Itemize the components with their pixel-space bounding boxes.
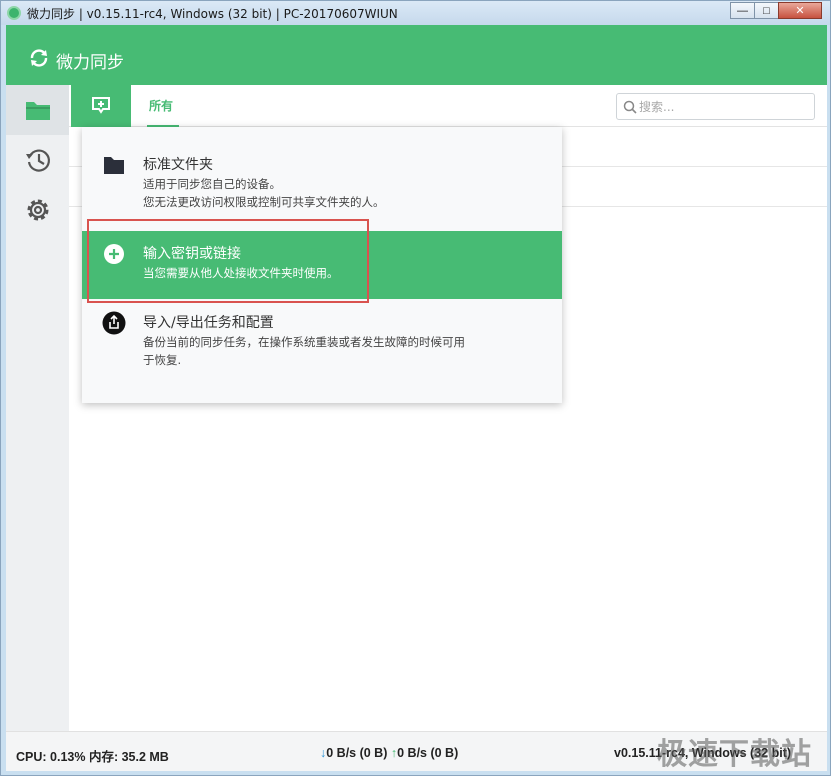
menu-item-desc: 于恢复. xyxy=(143,353,182,367)
toolbar: 所有 xyxy=(69,85,827,133)
app-logo-icon xyxy=(7,6,21,20)
menu-item-import-export[interactable]: 导入/导出任务和配置 备份当前的同步任务，在操作系统重装或者发生故障的时候可用 … xyxy=(82,299,562,403)
menu-item-desc: 适用于同步您自己的设备。 xyxy=(143,177,281,191)
search-icon xyxy=(623,100,637,114)
sidebar xyxy=(6,85,69,731)
menu-item-title: 标准文件夹 xyxy=(143,157,213,173)
add-folder-icon xyxy=(92,97,110,114)
download-rate: 0 B/s (0 B) xyxy=(326,746,388,760)
upload-rate: 0 B/s (0 B) xyxy=(397,746,459,760)
sidebar-item-folders[interactable] xyxy=(6,85,69,135)
history-icon xyxy=(25,149,50,172)
menu-item-desc: 您无法更改访问权限或控制可共享文件夹的人。 xyxy=(143,195,385,209)
folder-icon xyxy=(102,153,126,177)
tab-all[interactable]: 所有 xyxy=(149,97,173,114)
transfer-status: ↓0 B/s (0 B) ↑0 B/s (0 B) xyxy=(320,746,458,760)
close-button[interactable]: ✕ xyxy=(778,2,822,19)
search-input[interactable] xyxy=(639,97,809,116)
gear-icon xyxy=(27,199,48,221)
menu-item-title: 输入密钥或链接 xyxy=(143,246,241,262)
title-bar[interactable]: 微力同步 | v0.15.11-rc4, Windows (32 bit) | … xyxy=(1,1,830,25)
app-header: 微力同步 xyxy=(6,25,827,85)
minimize-button[interactable]: — xyxy=(730,2,755,19)
sidebar-item-history[interactable] xyxy=(6,135,69,185)
search-box[interactable] xyxy=(616,93,815,120)
app-body: 微力同步 所有 搜索... 标准文件夹 适用于同步您自己的设备。 您无法更改访问… xyxy=(6,25,827,771)
window-title: 微力同步 | v0.15.11-rc4, Windows (32 bit) | … xyxy=(27,7,398,21)
menu-item-title: 导入/导出任务和配置 xyxy=(143,315,274,331)
maximize-button[interactable]: □ xyxy=(754,2,779,19)
add-folder-button[interactable] xyxy=(71,85,131,133)
sync-icon xyxy=(30,49,48,67)
menu-item-enter-key-or-link[interactable]: 输入密钥或链接 当您需要从他人处接收文件夹时使用。 xyxy=(82,231,562,299)
menu-item-standard-folder[interactable]: 标准文件夹 适用于同步您自己的设备。 您无法更改访问权限或控制可共享文件夹的人。 xyxy=(82,127,562,231)
add-folder-menu: 标准文件夹 适用于同步您自己的设备。 您无法更改访问权限或控制可共享文件夹的人。… xyxy=(82,127,562,403)
folder-icon xyxy=(25,102,50,120)
menu-item-desc: 当您需要从他人处接收文件夹时使用。 xyxy=(143,266,339,280)
app-name: 微力同步 xyxy=(56,53,124,73)
window-controls: — □ ✕ xyxy=(730,2,822,19)
app-window: 微力同步 | v0.15.11-rc4, Windows (32 bit) | … xyxy=(0,0,831,776)
cpu-memory-status: CPU: 0.13% 内存: 35.2 MB xyxy=(16,750,169,764)
menu-item-desc: 备份当前的同步任务，在操作系统重装或者发生故障的时候可用 xyxy=(143,335,465,349)
plus-circle-icon xyxy=(102,242,126,266)
export-icon xyxy=(102,311,126,335)
sidebar-item-settings[interactable] xyxy=(6,185,69,235)
watermark: 极速下载站 xyxy=(657,737,812,772)
